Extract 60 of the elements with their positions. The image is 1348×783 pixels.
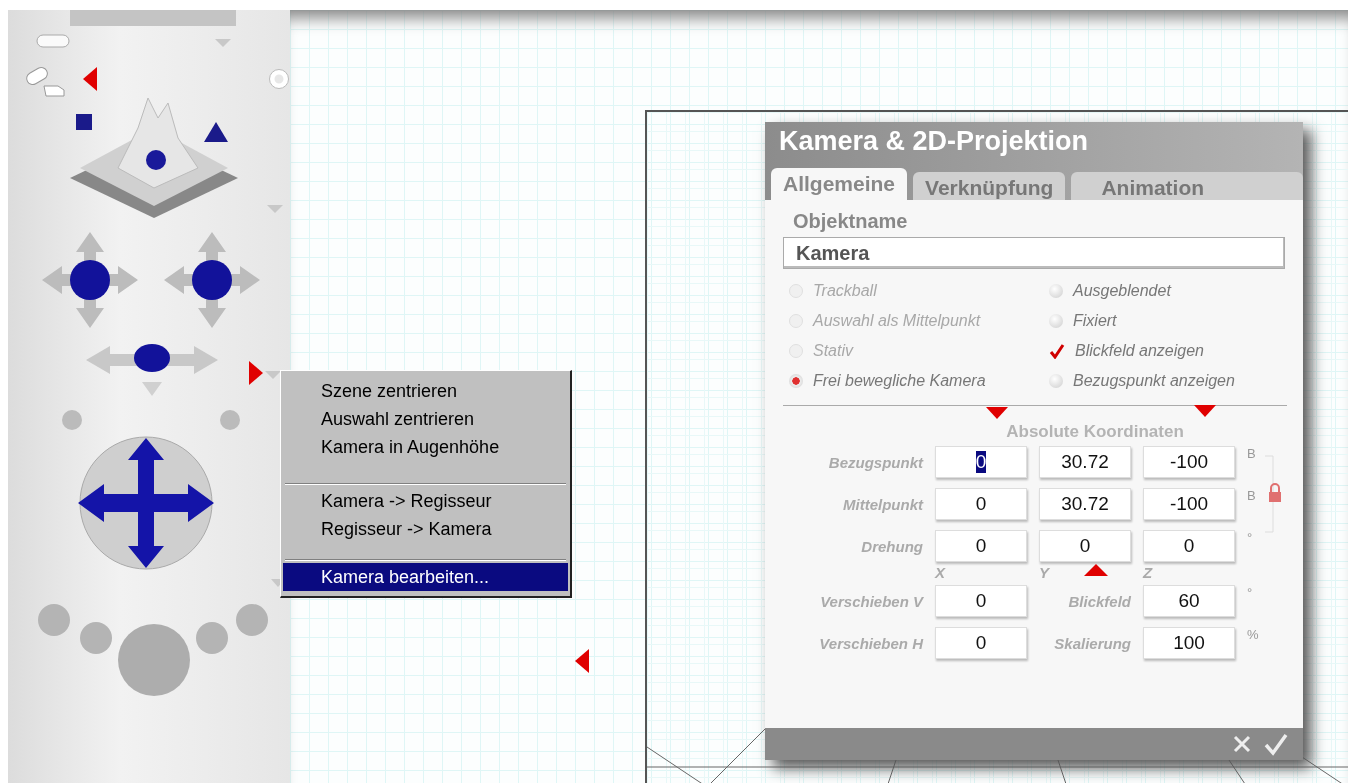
row-label: Drehung [860, 537, 923, 555]
number-field[interactable]: 0 [1143, 530, 1235, 562]
unit-label: ° [1247, 585, 1254, 600]
number-field[interactable]: -100 [1143, 488, 1235, 520]
option-label: Bezugspunkt anzeigen [1073, 372, 1235, 390]
number-field[interactable]: 0 [935, 530, 1027, 562]
option-label: Auswahl als Mittelpunkt [813, 312, 981, 330]
dialog-title: Kamera & 2D-Projektion [765, 122, 1303, 160]
checkbox[interactable] [1049, 314, 1063, 328]
unit-label: % [1247, 627, 1260, 642]
option-label: Ausgeblendet [1073, 282, 1171, 300]
menu-item[interactable]: Regisseur -> Kamera [283, 515, 568, 543]
number-field[interactable]: 0 [935, 446, 1027, 478]
row-label: Verschieben V [819, 592, 923, 610]
row-label: Mittelpunkt [842, 495, 923, 513]
pointer-icon [985, 406, 1009, 420]
row-label: Blickfeld [1067, 592, 1131, 610]
unit-label: ° [1247, 530, 1254, 545]
pill-button-icon[interactable] [36, 34, 70, 48]
menu-item[interactable]: Auswahl zentrieren [283, 405, 568, 433]
menu-item[interactable]: Kamera bearbeiten... [283, 563, 568, 591]
option-label: Frei bewegliche Kamera [813, 372, 986, 390]
name-field[interactable]: Kamera [783, 237, 1285, 269]
close-icon[interactable] [1231, 733, 1253, 755]
axis-label: Z [1143, 564, 1153, 581]
menu-item[interactable]: Kamera -> Regisseur [283, 487, 568, 515]
number-field[interactable]: 0 [935, 585, 1027, 617]
option-label: Blickfeld anzeigen [1075, 342, 1204, 360]
pointer-icon [574, 648, 590, 674]
menu-item[interactable]: Szene zentrieren [283, 377, 568, 405]
number-field[interactable]: 30.72 [1039, 488, 1131, 520]
ring-icon[interactable] [268, 68, 290, 90]
checkbox[interactable] [1049, 284, 1063, 298]
option-label: Stativ [813, 342, 853, 360]
number-field[interactable]: 0 [1039, 530, 1131, 562]
number-field[interactable]: 0 [935, 488, 1027, 520]
number-field[interactable]: 100 [1143, 627, 1235, 659]
number-field[interactable]: -100 [1143, 446, 1235, 478]
row-label: Skalierung [1053, 634, 1131, 652]
menu-item[interactable]: Kamera in Augenhöhe [283, 433, 568, 461]
axis-label: Y [1039, 564, 1049, 581]
option-label: Trackball [813, 282, 877, 300]
checkbox[interactable] [1049, 374, 1063, 388]
option-label: Fixiert [1073, 312, 1117, 330]
field-label: Objektname [793, 210, 909, 233]
number-field[interactable]: 30.72 [1039, 446, 1131, 478]
unit-label: B [1247, 488, 1257, 503]
unit-label: B [1247, 446, 1257, 461]
number-field[interactable]: 60 [1143, 585, 1235, 617]
pointer-icon [1193, 404, 1217, 418]
number-field[interactable]: 0 [935, 627, 1027, 659]
pointer-icon [1083, 563, 1109, 577]
pointer-icon [248, 360, 264, 386]
radio-button[interactable] [789, 374, 803, 388]
row-label: Verschieben H [818, 634, 923, 652]
row-label: Bezugspunkt [827, 453, 923, 471]
checkmark-icon[interactable] [1049, 343, 1065, 359]
pointer-icon [82, 66, 98, 92]
axis-label: X [935, 564, 945, 581]
section-heading: Absolute Koordinaten [1005, 422, 1185, 442]
